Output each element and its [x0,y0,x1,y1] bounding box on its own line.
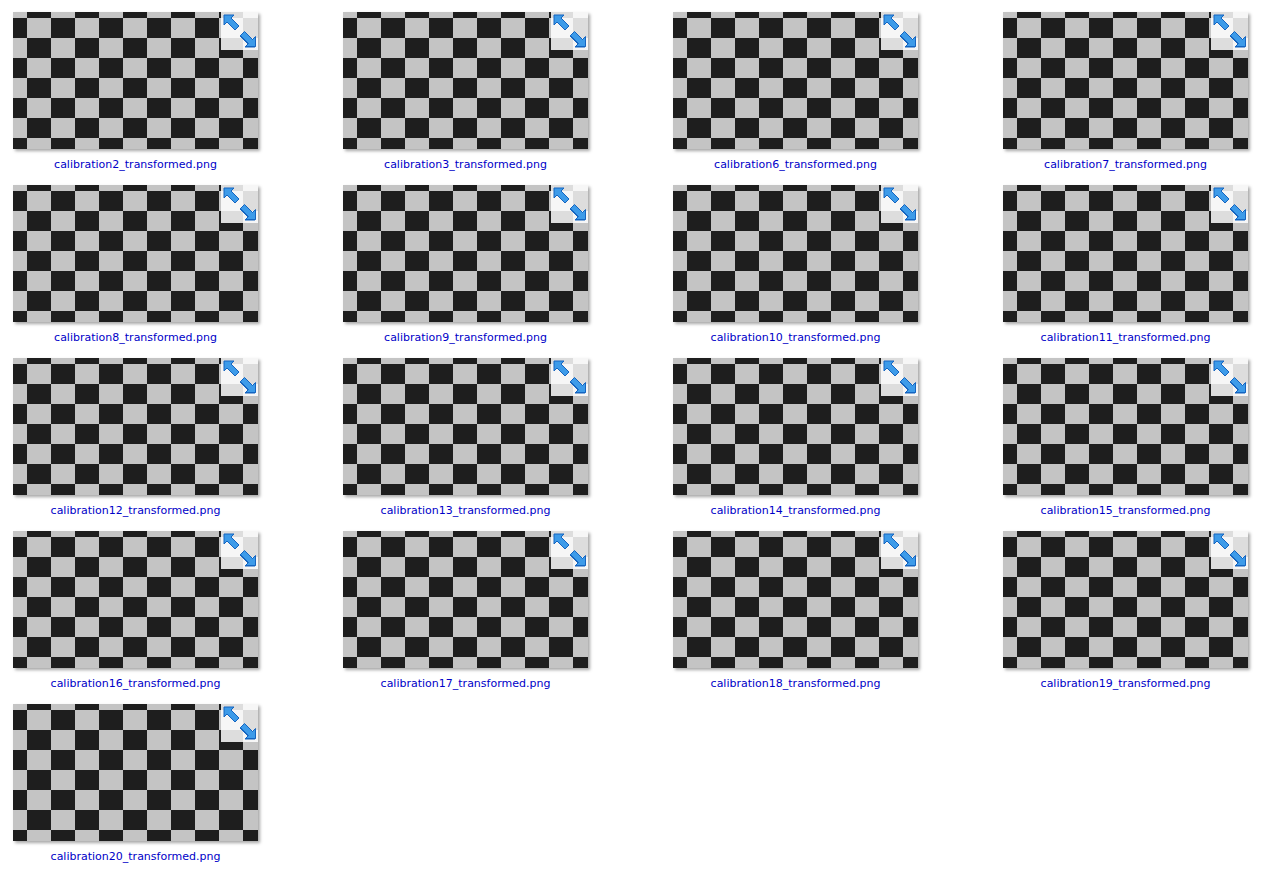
thumbnail [673,358,918,495]
compressed-icon [1211,185,1248,223]
compressed-icon [881,531,918,569]
file-name: calibration2_transformed.png [54,157,217,173]
thumbnail [1003,358,1248,495]
file-tile[interactable]: calibration18_transformed.png [673,531,918,704]
file-tile[interactable]: calibration14_transformed.png [673,358,918,531]
compressed-icon [1211,531,1248,569]
thumbnail [13,185,258,322]
file-name: calibration6_transformed.png [714,157,877,173]
thumbnail [13,704,258,841]
thumbnail [673,531,918,668]
file-name: calibration20_transformed.png [51,849,221,865]
file-tile[interactable]: calibration11_transformed.png [1003,185,1248,358]
compressed-icon [881,12,918,50]
file-tile[interactable]: calibration8_transformed.png [13,185,258,358]
file-name: calibration18_transformed.png [711,676,881,692]
file-tile[interactable]: calibration19_transformed.png [1003,531,1248,704]
file-name: calibration15_transformed.png [1041,503,1211,519]
compressed-icon [221,185,258,223]
compressed-icon [1211,358,1248,396]
compressed-icon [221,358,258,396]
file-tile[interactable]: calibration7_transformed.png [1003,12,1248,185]
thumbnail [13,12,258,149]
thumbnail [1003,531,1248,668]
thumbnail [343,185,588,322]
file-name: calibration9_transformed.png [384,330,547,346]
file-name: calibration19_transformed.png [1041,676,1211,692]
thumbnail [673,12,918,149]
thumbnail [343,12,588,149]
file-tile[interactable]: calibration10_transformed.png [673,185,918,358]
file-tile[interactable]: calibration2_transformed.png [13,12,258,185]
thumbnail [13,531,258,668]
compressed-icon [221,12,258,50]
thumbnail [1003,185,1248,322]
file-tile[interactable]: calibration9_transformed.png [343,185,588,358]
file-name: calibration3_transformed.png [384,157,547,173]
compressed-icon [881,185,918,223]
file-name: calibration12_transformed.png [51,503,221,519]
compressed-icon [551,12,588,50]
file-tile[interactable]: calibration17_transformed.png [343,531,588,704]
file-tile[interactable]: calibration20_transformed.png [13,704,258,875]
thumbnail [1003,12,1248,149]
file-name: calibration10_transformed.png [711,330,881,346]
file-name: calibration11_transformed.png [1041,330,1211,346]
compressed-icon [221,531,258,569]
compressed-icon [551,531,588,569]
file-tile[interactable]: calibration12_transformed.png [13,358,258,531]
file-grid: calibration2_transformed.png calibration3… [0,0,1265,875]
file-name: calibration7_transformed.png [1044,157,1207,173]
file-name: calibration17_transformed.png [381,676,551,692]
compressed-icon [221,704,258,742]
file-name: calibration16_transformed.png [51,676,221,692]
compressed-icon [1211,12,1248,50]
compressed-icon [881,358,918,396]
thumbnail [343,531,588,668]
thumbnail [343,358,588,495]
file-tile[interactable]: calibration3_transformed.png [343,12,588,185]
file-name: calibration13_transformed.png [381,503,551,519]
file-tile[interactable]: calibration16_transformed.png [13,531,258,704]
compressed-icon [551,358,588,396]
file-tile[interactable]: calibration15_transformed.png [1003,358,1248,531]
file-tile[interactable]: calibration6_transformed.png [673,12,918,185]
file-name: calibration8_transformed.png [54,330,217,346]
file-tile[interactable]: calibration13_transformed.png [343,358,588,531]
thumbnail [673,185,918,322]
thumbnail [13,358,258,495]
compressed-icon [551,185,588,223]
file-name: calibration14_transformed.png [711,503,881,519]
